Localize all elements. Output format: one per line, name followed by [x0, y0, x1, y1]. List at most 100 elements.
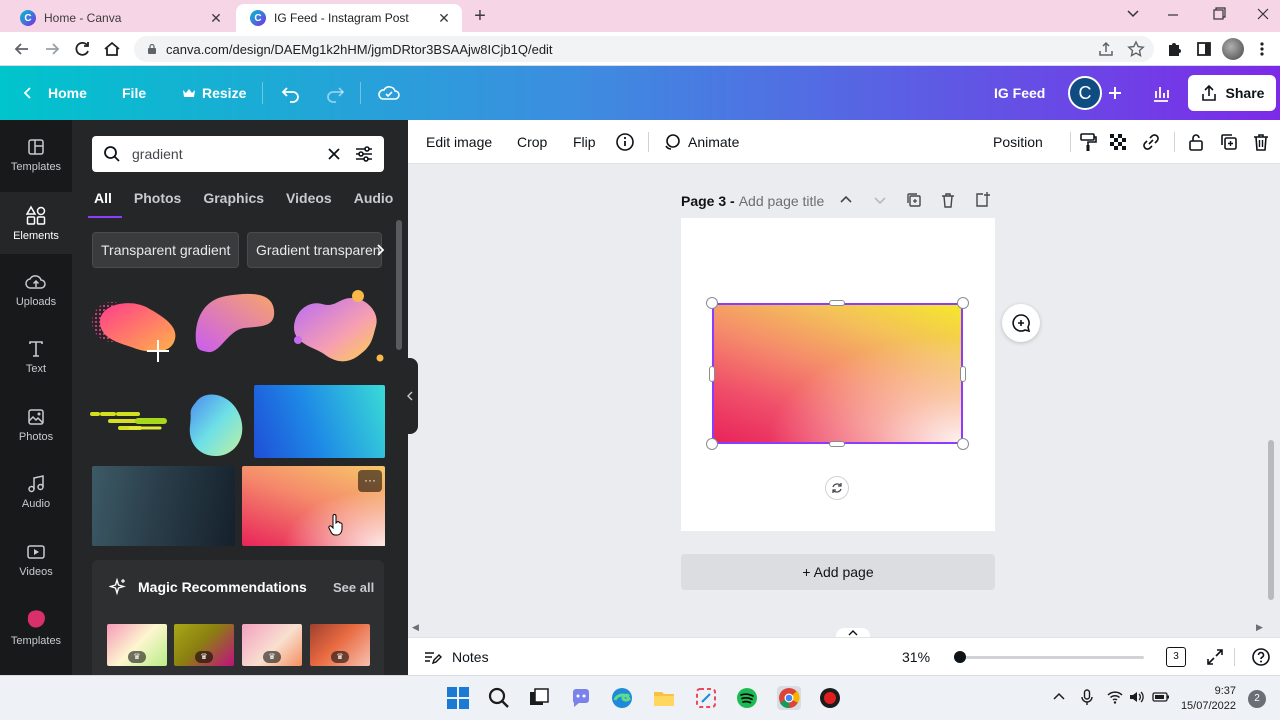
add-page-button[interactable]: + Add page — [681, 554, 995, 590]
resize-handle[interactable] — [960, 366, 966, 382]
tab-videos[interactable]: Videos — [284, 182, 334, 216]
volume-icon[interactable] — [1128, 688, 1146, 706]
new-tab-button[interactable]: + — [470, 6, 490, 26]
animate-button[interactable]: Animate — [662, 120, 739, 164]
system-clock[interactable]: 9:37 15/07/2022 — [1176, 684, 1236, 714]
rail-item-templates-app[interactable]: Templates — [0, 596, 72, 658]
scroll-right-icon[interactable]: ▶ — [1256, 622, 1263, 633]
transparency-icon[interactable] — [1108, 132, 1128, 152]
zoom-level[interactable]: 31% — [902, 649, 930, 665]
delete-page-icon[interactable] — [939, 191, 957, 209]
add-page-icon[interactable] — [973, 191, 991, 209]
design-title[interactable]: IG Feed — [994, 66, 1045, 120]
side-panel-icon[interactable] — [1194, 39, 1214, 59]
more-options-button[interactable]: ··· — [358, 470, 382, 492]
restore-icon[interactable] — [1204, 4, 1234, 24]
add-collaborator-button[interactable] — [1106, 66, 1124, 120]
blue-gradient-blob-graphic[interactable] — [186, 392, 244, 458]
resize-handle[interactable] — [957, 297, 969, 309]
home-icon[interactable] — [102, 39, 122, 59]
file-menu-button[interactable]: File — [122, 66, 146, 120]
browser-tab-home[interactable]: C Home - Canva ✕ — [6, 4, 234, 32]
page-down-icon[interactable] — [871, 191, 889, 209]
resize-handle[interactable] — [706, 438, 718, 450]
browser-menu-icon[interactable] — [1252, 39, 1272, 59]
rotate-handle[interactable] — [825, 476, 849, 500]
suggestion-chip[interactable]: Transparent gradient — [92, 232, 239, 268]
suggestion-chip[interactable]: Gradient transparent — [247, 232, 382, 268]
collapse-panel-button[interactable] — [402, 358, 418, 434]
zoom-slider[interactable] — [954, 651, 1144, 663]
resize-handle[interactable] — [957, 438, 969, 450]
help-icon[interactable] — [1251, 647, 1271, 667]
scroll-left-icon[interactable]: ◀ — [412, 622, 419, 633]
filter-icon[interactable] — [354, 144, 374, 164]
resize-handle[interactable] — [706, 297, 718, 309]
home-button[interactable]: Home — [20, 66, 87, 120]
zoom-slider-knob[interactable] — [954, 651, 966, 663]
close-tab-icon[interactable]: ✕ — [208, 10, 224, 27]
undo-button[interactable] — [280, 66, 302, 120]
close-tab-icon[interactable]: ✕ — [436, 10, 452, 27]
rail-item-audio[interactable]: Audio — [0, 461, 72, 523]
panel-scrollbar[interactable] — [396, 220, 402, 350]
position-button[interactable]: Position — [993, 120, 1043, 164]
tab-all[interactable]: All — [88, 182, 122, 218]
notes-button[interactable]: Notes — [422, 638, 489, 676]
share-button[interactable]: Share — [1188, 75, 1276, 111]
minimize-icon[interactable] — [1158, 4, 1188, 24]
crop-button[interactable]: Crop — [517, 120, 547, 164]
rail-item-photos[interactable]: Photos — [0, 394, 72, 456]
duplicate-icon[interactable] — [1219, 132, 1239, 152]
microphone-icon[interactable] — [1078, 688, 1096, 706]
copy-style-icon[interactable] — [1078, 132, 1098, 152]
windows-start-icon[interactable] — [446, 686, 470, 710]
cloud-save-button[interactable] — [376, 66, 402, 120]
recommendation-thumbnail[interactable]: ♛ — [242, 624, 302, 666]
see-all-link[interactable]: See all — [333, 580, 374, 595]
search-taskbar-icon[interactable] — [487, 686, 511, 710]
resize-handle[interactable] — [829, 300, 845, 306]
tray-overflow-icon[interactable] — [1050, 688, 1068, 706]
redo-button[interactable] — [324, 66, 346, 120]
insights-button[interactable] — [1150, 66, 1172, 120]
selected-gradient-element[interactable] — [712, 303, 963, 444]
rail-item-templates[interactable]: Templates — [0, 124, 72, 186]
page-title-input[interactable]: Add page title — [739, 193, 825, 209]
edit-image-button[interactable]: Edit image — [426, 120, 492, 164]
elements-search-field[interactable]: gradient — [92, 136, 384, 172]
share-page-icon[interactable] — [1096, 39, 1116, 59]
resize-button[interactable]: Resize — [182, 66, 246, 120]
rail-item-uploads[interactable]: Uploads — [0, 259, 72, 321]
extensions-icon[interactable] — [1164, 39, 1184, 59]
browser-tab-ig-feed[interactable]: C IG Feed - Instagram Post ✕ — [236, 4, 462, 32]
speed-lines-graphic[interactable] — [90, 408, 168, 434]
add-comment-button[interactable] — [1002, 304, 1040, 342]
user-avatar[interactable]: C — [1068, 76, 1102, 110]
resize-handle[interactable] — [709, 366, 715, 382]
gradient-blob-graphic[interactable] — [90, 292, 182, 370]
dark-gradient-background[interactable] — [92, 466, 235, 546]
forward-icon[interactable] — [42, 39, 62, 59]
back-icon[interactable] — [12, 39, 32, 59]
fullscreen-icon[interactable] — [1205, 647, 1225, 667]
canvas-vertical-scrollbar[interactable] — [1268, 440, 1274, 600]
resize-handle[interactable] — [829, 441, 845, 447]
rail-item-elements[interactable]: Elements — [0, 192, 72, 254]
flip-button[interactable]: Flip — [573, 120, 596, 164]
task-view-icon[interactable] — [527, 686, 551, 710]
battery-icon[interactable] — [1152, 688, 1170, 706]
blue-gradient-background[interactable] — [254, 385, 385, 458]
bookmark-star-icon[interactable] — [1126, 39, 1146, 59]
tab-search-icon[interactable] — [1118, 4, 1148, 24]
chips-next-button[interactable] — [370, 232, 392, 268]
screen-recorder-icon[interactable] — [818, 686, 842, 710]
snipping-tool-icon[interactable] — [694, 686, 718, 710]
duplicate-page-icon[interactable] — [905, 191, 923, 209]
spotify-icon[interactable] — [735, 686, 759, 710]
tab-photos[interactable]: Photos — [132, 182, 183, 216]
recommendation-thumbnail[interactable]: ♛ — [174, 624, 234, 666]
rail-item-text[interactable]: Text — [0, 326, 72, 388]
reload-icon[interactable] — [72, 39, 92, 59]
recommendation-thumbnail[interactable]: ♛ — [310, 624, 370, 666]
